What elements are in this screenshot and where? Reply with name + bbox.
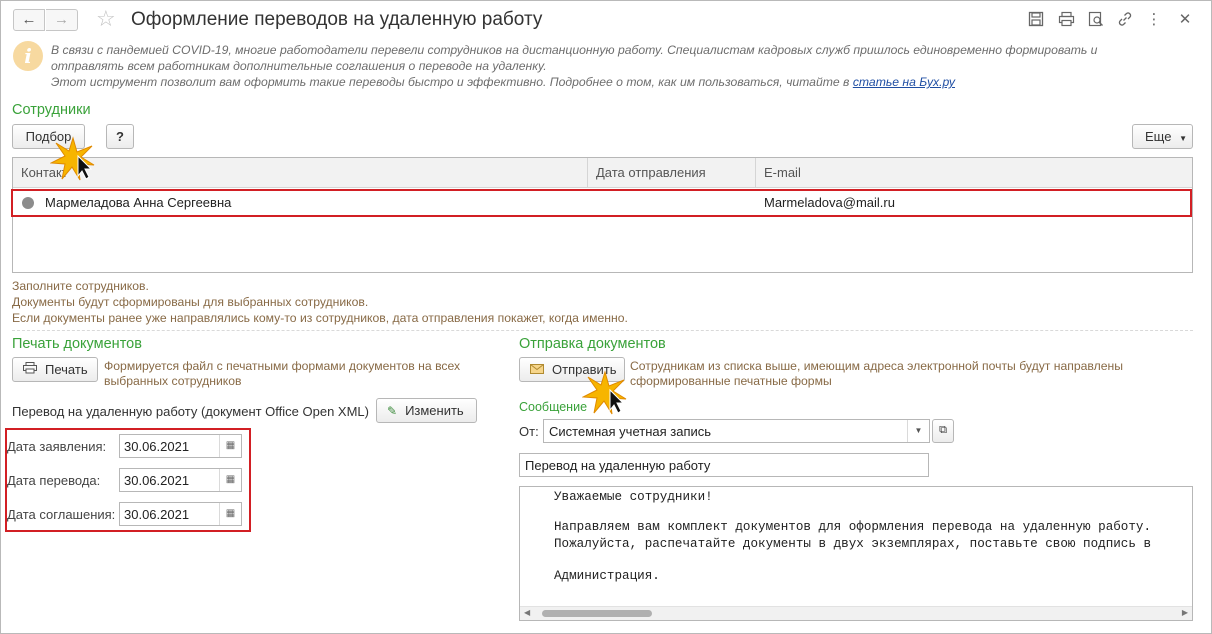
click-highlight-icon [582,370,627,415]
hint-selected: Документы будут сформированы для выбранн… [12,295,369,309]
info-text: В связи с пандемией COVID-19, многие раб… [51,42,1171,90]
calendar-icon[interactable]: ▦ [219,435,241,457]
more-button[interactable]: Еще ▼ [1132,124,1193,149]
message-greeting: Уважаемые сотрудники! [554,490,713,504]
from-label: От: [519,424,539,439]
message-body[interactable]: Уважаемые сотрудники! Направляем вам ком… [519,486,1193,621]
horizontal-scrollbar[interactable]: ◀ ▶ [520,606,1192,620]
date-agreement-value: 30.06.2021 [124,507,190,522]
printer-icon [23,359,37,382]
edit-button-label: Изменить [405,403,464,418]
arrow-right-icon: → [54,11,69,28]
save-icon[interactable] [1027,11,1045,29]
info-icon: i [13,41,43,71]
article-link[interactable]: статье на Бух.ру [853,75,955,89]
row-email: Marmeladova@mail.ru [764,195,895,210]
employees-table: Контакт Дата отправления E-mail Мармелад… [11,157,1193,273]
date-transfer-label: Дата перевода: [7,473,101,488]
date-transfer-value: 30.06.2021 [124,473,190,488]
dropdown-icon[interactable]: ▼ [907,420,929,442]
print-note: Формируется файл с печатными формами док… [104,359,460,389]
date-agreement-input[interactable]: 30.06.2021 ▦ [119,502,242,526]
more-button-label: Еще [1145,129,1172,144]
info-line-1: В связи с пандемией COVID-19, многие раб… [51,43,1098,57]
send-section-title: Отправка документов [519,336,666,352]
scroll-left-icon[interactable]: ◀ [524,608,530,617]
edit-icon: ✎ [387,404,398,418]
info-line-3: Этот иструмент позволит вам оформить так… [51,74,1171,90]
send-note: Сотрудникам из списка выше, имеющим адре… [630,359,1123,389]
date-application-value: 30.06.2021 [124,439,190,454]
subject-value: Перевод на удаленную работу [525,458,711,473]
calendar-icon[interactable]: ▦ [219,503,241,525]
divider [12,330,1193,331]
message-label: Сообщение [519,400,588,414]
arrow-left-icon: ← [21,11,37,28]
send-note-line-2: сформированные печатные формы [630,374,832,388]
link-icon[interactable] [1116,11,1134,29]
caret-down-icon: ▼ [1179,134,1187,143]
hint-fill: Заполните сотрудников. [12,279,149,293]
row-contact: Мармеладова Анна Сергеевна [45,195,232,210]
print-note-line-2: выбранных сотрудников [104,374,242,388]
window-title: Оформление переводов на удаленную работу [131,9,543,30]
calendar-icon[interactable]: ▦ [219,469,241,491]
close-icon[interactable]: ✕ [1176,11,1194,29]
scroll-right-icon[interactable]: ▶ [1182,608,1188,617]
message-line-2: Пожалуйста, распечатайте документы в дву… [554,537,1152,551]
edit-button[interactable]: ✎ Изменить [376,398,477,423]
print-note-line-1: Формируется файл с печатными формами док… [104,359,461,373]
scroll-thumb[interactable] [542,610,652,617]
column-header-email[interactable]: E-mail [756,158,1192,188]
click-highlight-icon [50,136,95,181]
date-agreement-label: Дата соглашения: [7,507,116,522]
date-transfer-input[interactable]: 30.06.2021 ▦ [119,468,242,492]
date-application-label: Дата заявления: [7,439,107,454]
document-label: Перевод на удаленную работу (документ Of… [12,404,369,419]
help-button[interactable]: ? [106,124,134,149]
column-header-date[interactable]: Дата отправления [588,158,756,188]
print-icon[interactable] [1057,11,1075,29]
employees-section-title: Сотрудники [12,102,91,118]
message-signature: Администрация. [554,569,660,583]
favorite-star-icon[interactable]: ☆ [96,6,116,32]
status-dot-icon [22,197,34,209]
send-note-line-1: Сотрудникам из списка выше, имеющим адре… [630,359,1124,373]
from-value: Системная учетная запись [549,424,712,439]
hint-sent-date: Если документы ранее уже направлялись ко… [12,311,628,325]
column-header-contact[interactable]: Контакт [13,158,588,188]
envelope-icon [530,359,544,382]
print-button-label: Печать [45,362,88,377]
print-button[interactable]: Печать [12,357,98,382]
forward-button[interactable]: → [46,9,78,31]
info-line-2: отправлять всем работникам дополнительны… [51,59,547,73]
open-icon[interactable]: ⧉ [932,419,954,443]
message-line-1: Направляем вам комплект документов для о… [554,520,1152,534]
print-section-title: Печать документов [12,336,142,352]
subject-input[interactable]: Перевод на удаленную работу [519,453,929,477]
table-header: Контакт Дата отправления E-mail [13,158,1192,188]
info-line-3-text: Этот иструмент позволит вам оформить так… [51,75,853,89]
preview-icon[interactable] [1087,11,1105,29]
back-button[interactable]: ← [13,9,45,31]
table-row[interactable]: Мармеладова Анна Сергеевна Marmeladova@m… [11,189,1192,217]
date-application-input[interactable]: 30.06.2021 ▦ [119,434,242,458]
more-vertical-icon[interactable]: ⋮ [1145,11,1163,29]
from-select[interactable]: Системная учетная запись ▼ [543,419,930,443]
